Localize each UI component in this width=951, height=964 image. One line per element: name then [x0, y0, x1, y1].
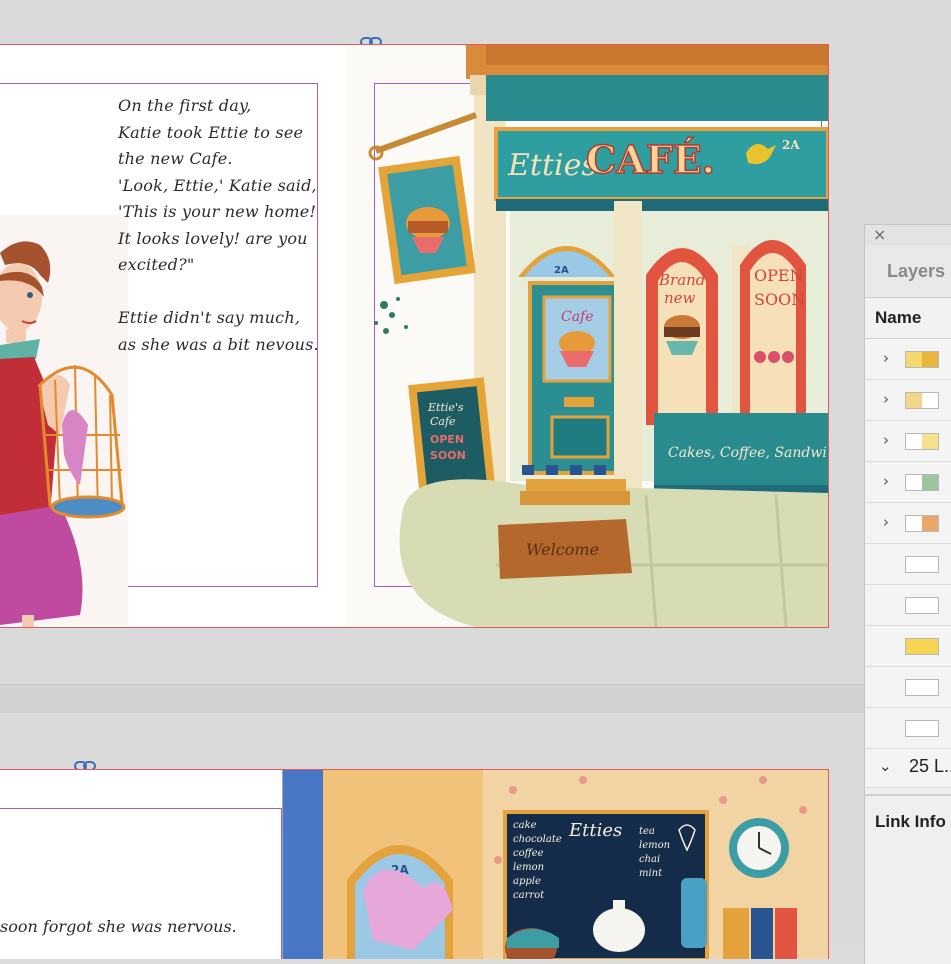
- story-text-page-2[interactable]: soon forgot she was nervous.: [0, 914, 237, 940]
- cafe-sign-etties: Etties: [507, 148, 597, 183]
- awning-text: Cakes, Coffee, Sandwi: [668, 445, 827, 461]
- svg-text:new: new: [664, 289, 696, 307]
- chevron-down-icon[interactable]: ⌄: [879, 757, 892, 775]
- layer-thumbnail: [905, 720, 939, 737]
- svg-text:apple: apple: [513, 876, 541, 887]
- cafe-interior-illustration: 2A Etties cakechocolatecoffee lemonapple…: [283, 770, 828, 959]
- svg-text:CAFÉ.: CAFÉ.: [586, 137, 715, 182]
- svg-text:tea: tea: [639, 826, 655, 837]
- spread-divider: [0, 684, 866, 713]
- layer-row[interactable]: [865, 585, 951, 626]
- column-header-label: Name: [875, 308, 922, 327]
- layer-thumbnail: [905, 433, 939, 450]
- svg-text:OPEN: OPEN: [430, 433, 464, 446]
- open-soon-sign: OPEN: [754, 266, 804, 285]
- cafe-illustration[interactable]: Etties CAFÉ. 2A 2A Cafe Brand new OPEN S…: [346, 45, 828, 627]
- svg-text:2A: 2A: [554, 265, 569, 276]
- layer-thumbnail: [905, 679, 939, 696]
- katie-illustration: [0, 241, 126, 627]
- layer-row[interactable]: [865, 708, 951, 749]
- link-info-label: Link Info: [875, 812, 946, 831]
- svg-text:2A: 2A: [782, 138, 800, 152]
- link-info-section[interactable]: Link Info: [865, 794, 951, 856]
- svg-text:SOON: SOON: [430, 449, 466, 462]
- layer-row[interactable]: ›: [865, 503, 951, 544]
- layer-thumbnail: [905, 597, 939, 614]
- layer-list: › › › › ›: [865, 339, 951, 749]
- tab-layers-label: Layers: [887, 261, 946, 281]
- svg-text:mint: mint: [639, 868, 663, 879]
- layer-row[interactable]: [865, 667, 951, 708]
- layer-thumbnail: [905, 474, 939, 491]
- layer-thumbnail: [905, 515, 939, 532]
- svg-text:lemon: lemon: [639, 840, 670, 851]
- layer-row[interactable]: [865, 626, 951, 667]
- welcome-mat-text: Welcome: [526, 540, 599, 559]
- spread-1[interactable]: On the first day, Katie took Ettie to se…: [0, 44, 829, 628]
- layer-row[interactable]: ›: [865, 380, 951, 421]
- svg-text:cake: cake: [513, 820, 537, 831]
- layer-row[interactable]: [865, 544, 951, 585]
- story-text-page-1[interactable]: On the first day, Katie took Ettie to se…: [118, 93, 319, 358]
- layer-group-label: 25 L...: [909, 756, 951, 776]
- layer-group-row[interactable]: ⌄ 25 L...: [865, 749, 951, 788]
- layer-row[interactable]: ›: [865, 421, 951, 462]
- svg-text:lemon: lemon: [513, 862, 544, 873]
- layer-thumbnail: [905, 638, 939, 655]
- brand-new-sign: Brand: [658, 271, 705, 289]
- svg-text:Cafe: Cafe: [430, 415, 456, 428]
- chevron-right-icon[interactable]: ›: [883, 472, 889, 490]
- svg-text:chocolate: chocolate: [513, 834, 562, 845]
- chalkboard-sign: Ettie's: [427, 401, 464, 414]
- layer-row[interactable]: ›: [865, 339, 951, 380]
- layer-thumbnail: [905, 556, 939, 573]
- close-icon[interactable]: ×: [873, 226, 886, 244]
- layer-thumbnail: [905, 351, 939, 368]
- svg-text:carrot: carrot: [513, 890, 545, 901]
- svg-text:Etties: Etties: [568, 820, 622, 841]
- chevron-right-icon[interactable]: ›: [883, 431, 889, 449]
- svg-text:coffee: coffee: [513, 848, 544, 859]
- chevron-right-icon[interactable]: ›: [883, 349, 889, 367]
- tab-layers[interactable]: Layers: [865, 245, 951, 298]
- layer-thumbnail: [905, 392, 939, 409]
- chevron-right-icon[interactable]: ›: [883, 390, 889, 408]
- door-sign-text: Cafe: [561, 309, 594, 325]
- document-pasteboard: On the first day, Katie took Ettie to se…: [0, 0, 951, 964]
- layers-panel[interactable]: × Layers Name › › › › › ⌄ 25 L... Link Info: [864, 224, 951, 964]
- chevron-right-icon[interactable]: ›: [883, 513, 889, 531]
- svg-text:SOON: SOON: [754, 290, 805, 309]
- svg-text:chai: chai: [639, 854, 660, 865]
- spread-2[interactable]: soon forgot she was nervous. 2A Etties c…: [0, 769, 829, 959]
- column-header-name[interactable]: Name: [865, 298, 951, 339]
- cafe-artwork: Etties CAFÉ. 2A 2A Cafe Brand new OPEN S…: [368, 45, 828, 627]
- panel-title-bar: ×: [865, 225, 951, 245]
- layer-row[interactable]: ›: [865, 462, 951, 503]
